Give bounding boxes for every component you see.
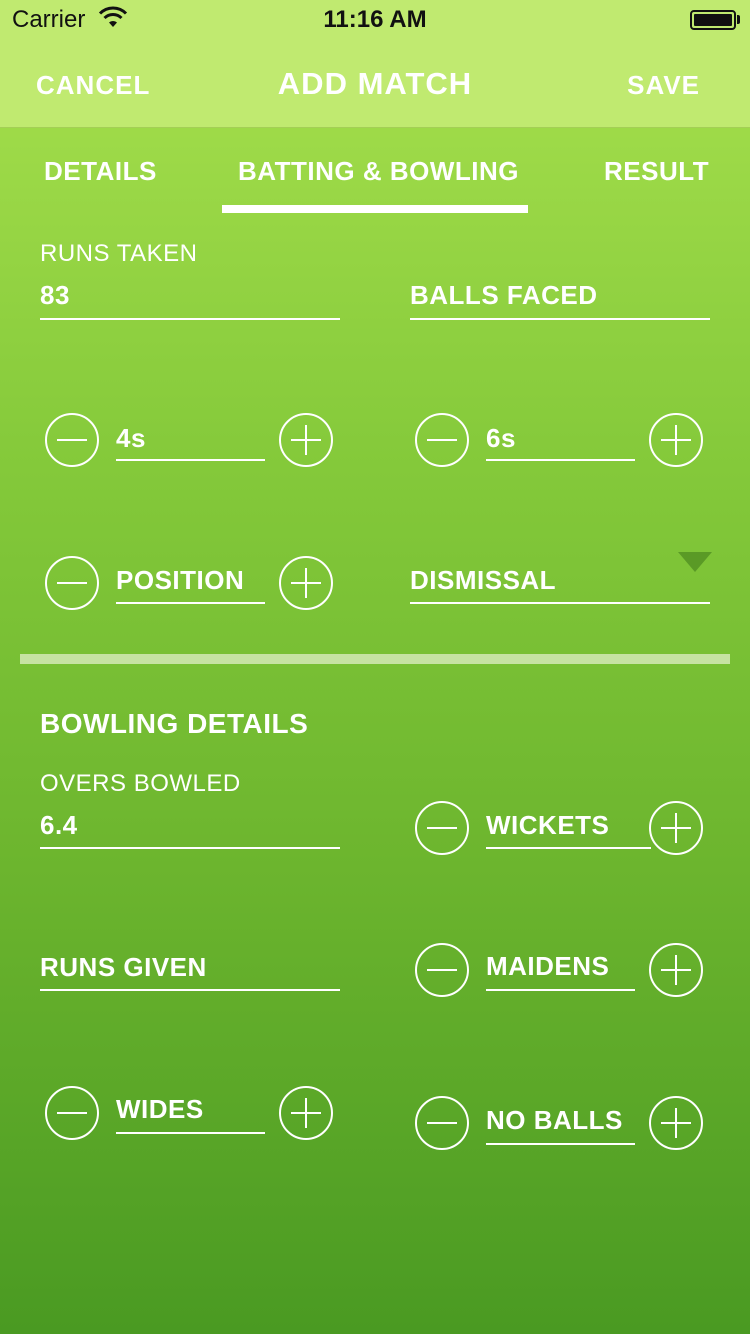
- sixes-minus-icon[interactable]: [415, 413, 469, 467]
- position-plus-icon[interactable]: [279, 556, 333, 610]
- wides-plus-icon[interactable]: [279, 1086, 333, 1140]
- tab-result[interactable]: RESULT: [604, 156, 709, 187]
- wides-underline: [116, 1132, 265, 1134]
- wickets-field[interactable]: WICKETS: [486, 810, 609, 841]
- position-minus-icon[interactable]: [45, 556, 99, 610]
- no-balls-minus-icon[interactable]: [415, 1096, 469, 1150]
- runs-taken-label: RUNS TAKEN: [40, 240, 198, 267]
- no-balls-plus-icon[interactable]: [649, 1096, 703, 1150]
- sixes-underline: [486, 459, 635, 461]
- maidens-underline: [486, 989, 635, 991]
- battery-tip: [737, 15, 740, 24]
- balls-faced-field[interactable]: BALLS FACED: [410, 280, 598, 311]
- sixes-field[interactable]: 6s: [486, 423, 516, 454]
- battery-icon: [690, 10, 736, 30]
- active-tab-indicator: [222, 205, 528, 213]
- fours-minus-icon[interactable]: [45, 413, 99, 467]
- wickets-plus-icon[interactable]: [649, 801, 703, 855]
- position-underline: [116, 602, 265, 604]
- balls-faced-underline: [410, 318, 710, 320]
- section-divider: [20, 654, 730, 664]
- wides-field[interactable]: WIDES: [116, 1094, 204, 1125]
- bowling-section-title: BOWLING DETAILS: [40, 708, 309, 739]
- tab-details[interactable]: DETAILS: [44, 156, 157, 187]
- maidens-minus-icon[interactable]: [415, 943, 469, 997]
- maidens-plus-icon[interactable]: [649, 943, 703, 997]
- maidens-field[interactable]: MAIDENS: [486, 951, 609, 982]
- dismissal-underline: [410, 602, 710, 604]
- runs-taken-underline: [40, 318, 340, 320]
- overs-bowled-field[interactable]: 6.4: [40, 810, 78, 841]
- wides-minus-icon[interactable]: [45, 1086, 99, 1140]
- no-balls-field[interactable]: NO BALLS: [486, 1105, 623, 1136]
- runs-given-underline: [40, 989, 340, 991]
- sixes-plus-icon[interactable]: [649, 413, 703, 467]
- tab-batting-bowling[interactable]: BATTING & BOWLING: [238, 156, 519, 187]
- dropdown-arrow-icon[interactable]: [678, 552, 712, 572]
- runs-taken-field[interactable]: 83: [40, 280, 70, 311]
- wickets-minus-icon[interactable]: [415, 801, 469, 855]
- runs-given-field[interactable]: RUNS GIVEN: [40, 952, 207, 983]
- cancel-button[interactable]: CANCEL: [36, 70, 150, 101]
- no-balls-underline: [486, 1143, 635, 1145]
- save-button[interactable]: SAVE: [627, 70, 700, 101]
- overs-bowled-label: OVERS BOWLED: [40, 770, 241, 797]
- overs-bowled-underline: [40, 847, 340, 849]
- fours-underline: [116, 459, 265, 461]
- fours-plus-icon[interactable]: [279, 413, 333, 467]
- wickets-underline: [486, 847, 651, 849]
- fours-field[interactable]: 4s: [116, 423, 146, 454]
- dismissal-select[interactable]: DISMISSAL: [410, 565, 556, 596]
- position-field[interactable]: POSITION: [116, 565, 244, 596]
- status-bar: Carrier 11:16 AM: [0, 0, 750, 40]
- clock: 11:16 AM: [323, 6, 427, 33]
